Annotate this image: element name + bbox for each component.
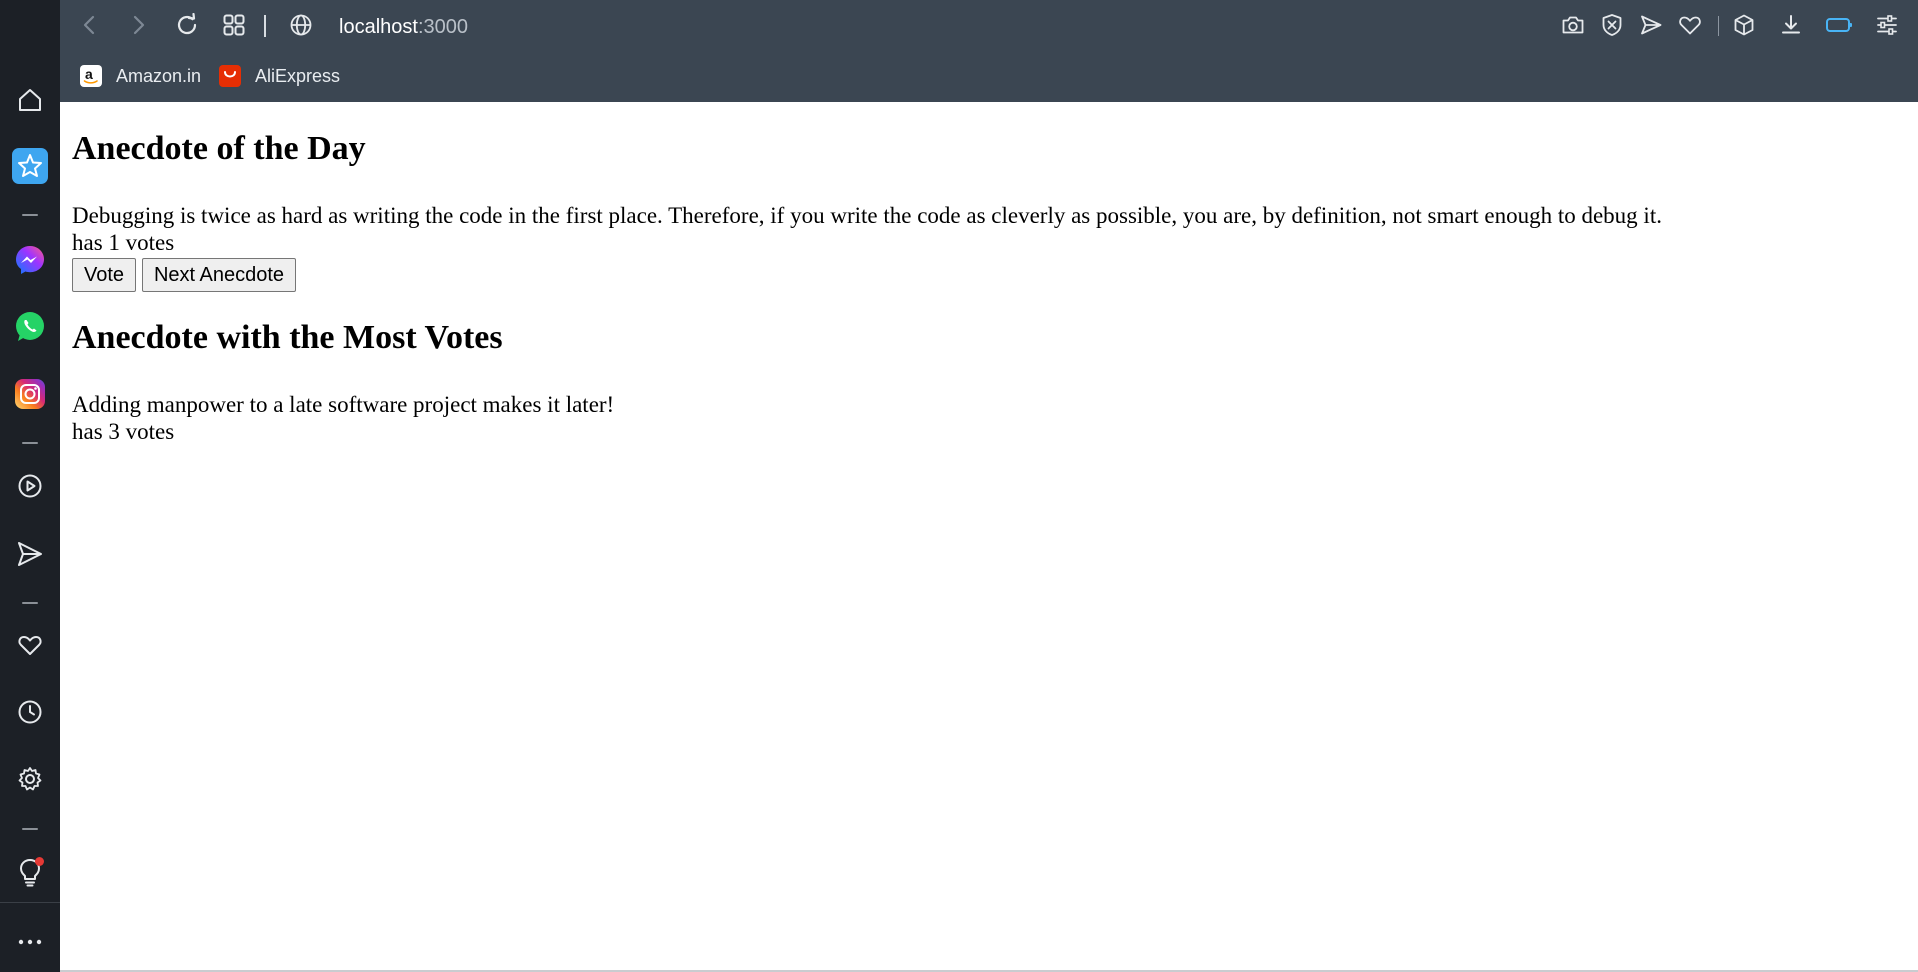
history-clock-icon xyxy=(17,699,43,730)
my-flow-favorites-button[interactable] xyxy=(1673,10,1707,44)
sidebar-separator xyxy=(22,828,38,830)
shield-icon xyxy=(1601,13,1623,42)
toolbar-divider xyxy=(264,15,266,37)
camera-icon xyxy=(1561,14,1585,41)
page-content: Anecdote of the Day Debugging is twice a… xyxy=(60,102,1918,972)
sidebar-separator xyxy=(22,602,38,604)
send-icon xyxy=(1639,14,1663,41)
globe-icon xyxy=(289,13,313,42)
extensions-button[interactable] xyxy=(1727,10,1761,44)
aliexpress-icon xyxy=(219,65,241,87)
sidebar-divider xyxy=(0,902,60,903)
sidebar-tips[interactable] xyxy=(0,850,60,894)
bookmark-label: Amazon.in xyxy=(116,65,202,86)
anecdote-of-the-day-votes: has 1 votes xyxy=(72,230,175,255)
most-voted-anecdote-votes: has 3 votes xyxy=(72,419,175,444)
ad-blocker-button[interactable] xyxy=(1595,10,1629,44)
downloads-button[interactable] xyxy=(1774,10,1808,44)
battery-icon xyxy=(1825,15,1853,40)
back-icon xyxy=(80,14,100,41)
site-info-button[interactable] xyxy=(284,10,318,44)
tabs-grid-button[interactable] xyxy=(217,10,251,44)
bookmark-label: AliExpress xyxy=(255,65,341,86)
notification-dot xyxy=(35,857,44,866)
home-icon xyxy=(17,87,43,118)
forward-icon xyxy=(128,14,148,41)
address-port: :3000 xyxy=(417,15,468,38)
messenger-icon xyxy=(14,244,46,281)
cube-icon xyxy=(1732,13,1756,42)
heading-most-votes: Anecdote with the Most Votes xyxy=(72,319,503,356)
bookmarks-star-icon xyxy=(12,147,48,189)
vote-button[interactable]: Vote xyxy=(72,258,136,292)
reload-button[interactable] xyxy=(170,10,204,44)
snapshot-button[interactable] xyxy=(1556,10,1590,44)
heart-icon xyxy=(17,632,43,663)
settings-gear-icon xyxy=(17,766,43,797)
heart-icon xyxy=(1678,14,1702,41)
easy-setup-button[interactable] xyxy=(1870,10,1904,44)
sidebar-more[interactable] xyxy=(0,920,60,964)
svg-text:a: a xyxy=(85,67,93,82)
flow-button[interactable] xyxy=(1634,10,1668,44)
address-bar[interactable]: localhost:3000 xyxy=(339,12,468,42)
sidebar-separator xyxy=(22,214,38,216)
bookmark-aliexpress[interactable]: AliExpress xyxy=(219,62,340,90)
toolbar-divider xyxy=(1718,16,1719,36)
sidebar-favorites[interactable] xyxy=(0,625,60,669)
sidebar-messenger[interactable] xyxy=(0,240,60,284)
sidebar-whatsapp[interactable] xyxy=(0,307,60,351)
forward-button[interactable] xyxy=(121,10,155,44)
sidebar-instagram[interactable] xyxy=(0,374,60,418)
download-icon xyxy=(1779,13,1803,42)
next-anecdote-button[interactable]: Next Anecdote xyxy=(142,258,296,292)
sidebar-player[interactable] xyxy=(0,466,60,510)
sidebar-separator xyxy=(22,442,38,444)
battery-saver-button[interactable] xyxy=(1822,10,1856,44)
bookmark-amazon[interactable]: a Amazon.in xyxy=(80,62,201,90)
whatsapp-icon xyxy=(14,311,46,348)
send-icon xyxy=(16,540,44,573)
most-voted-anecdote-text: Adding manpower to a late software proje… xyxy=(72,392,615,417)
sidebar-home[interactable] xyxy=(0,80,60,124)
player-icon xyxy=(17,473,43,504)
reload-icon xyxy=(175,12,199,42)
sidebar-bookmarks[interactable] xyxy=(0,146,60,190)
instagram-icon xyxy=(14,378,46,415)
sidebar-settings[interactable] xyxy=(0,759,60,803)
browser-toolbar: localhost:3000 a Amazon.in AliExpress xyxy=(60,0,1918,102)
anecdote-of-the-day-text: Debugging is twice as hard as writing th… xyxy=(72,203,1662,228)
amazon-icon: a xyxy=(80,65,102,87)
back-button[interactable] xyxy=(73,10,107,44)
sidebar-history[interactable] xyxy=(0,692,60,736)
more-icon xyxy=(18,933,42,951)
sidebar xyxy=(0,0,60,972)
tabs-grid-icon xyxy=(222,13,246,42)
heading-anecdote-of-the-day: Anecdote of the Day xyxy=(72,130,366,167)
lightbulb-icon xyxy=(16,857,44,887)
settings-sliders-icon xyxy=(1875,14,1899,41)
sidebar-send[interactable] xyxy=(0,534,60,578)
address-host: localhost xyxy=(339,15,418,38)
